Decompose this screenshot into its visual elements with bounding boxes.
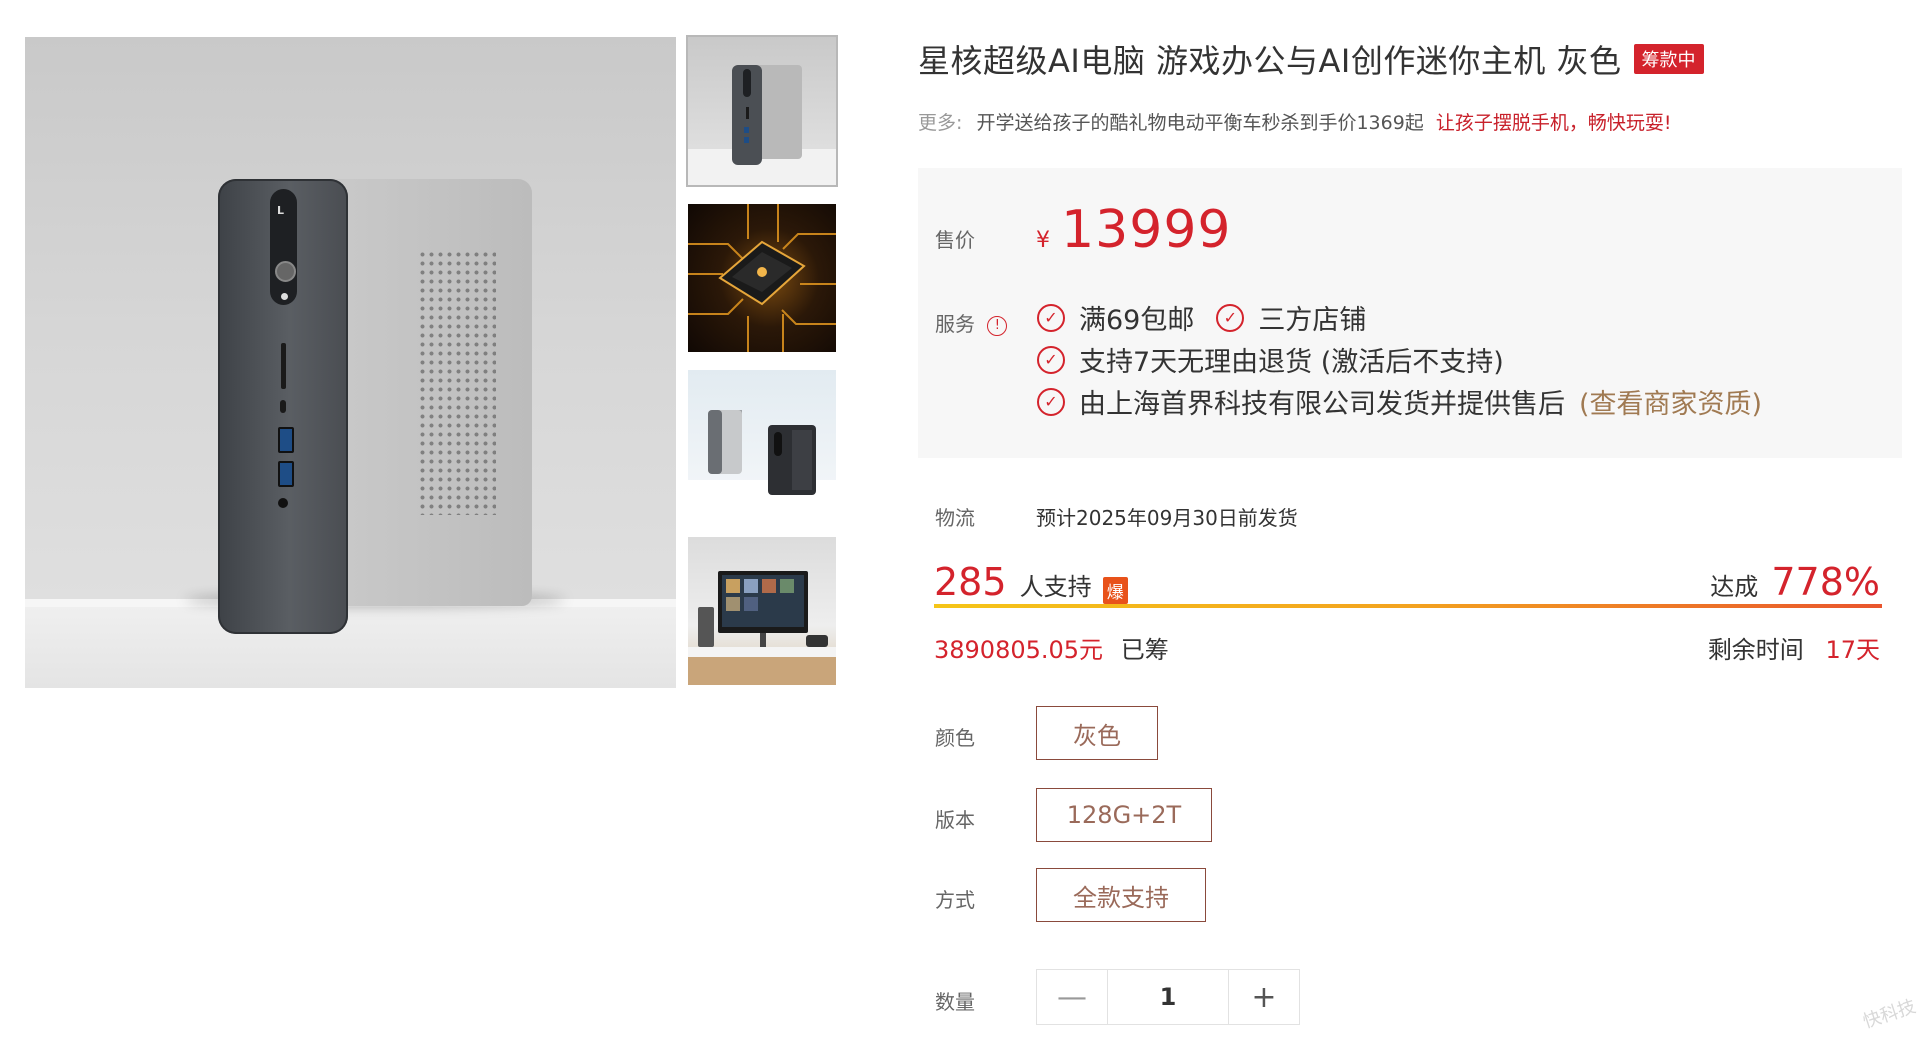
service-return-policy: 支持7天无理由退货 (激活后不支持): [1079, 347, 1504, 378]
thumbnail-4[interactable]: [688, 537, 836, 685]
pc-vent-grille: [418, 250, 496, 515]
shipping-estimate: 预计2025年09月30日前发货: [1036, 506, 1298, 530]
supporters-number: 285: [934, 560, 1007, 604]
reach-label: 达成: [1710, 573, 1759, 601]
check-circle-icon: ✓: [1037, 345, 1065, 374]
usb-c-port-icon: [280, 400, 286, 413]
price-amount: 13999: [1061, 200, 1232, 260]
thumbnail-3[interactable]: [688, 370, 836, 518]
watermark-logo-icon: 快科技: [1860, 996, 1919, 1033]
info-icon[interactable]: !: [987, 315, 1008, 336]
supporters-unit: 人支持: [1019, 573, 1092, 601]
promo-text[interactable]: 开学送给孩子的酷礼物电动平衡车秒杀到手价1369起: [976, 112, 1423, 134]
quantity-stepper: — +: [1036, 969, 1300, 1025]
two-units-thumbnail-image: [688, 410, 836, 518]
main-product-image[interactable]: L: [25, 37, 676, 688]
reach-percent: 778%: [1771, 560, 1880, 604]
brand-logo-icon: L: [277, 204, 285, 217]
service-row-2: ✓ 支持7天无理由退货 (激活后不支持): [1037, 340, 1504, 379]
check-circle-icon: ✓: [1037, 387, 1065, 416]
promo-label: 更多:: [918, 112, 963, 134]
service-row-1: ✓ 满69包邮 ✓ 三方店铺: [1037, 298, 1366, 337]
thumbnail-1[interactable]: [686, 35, 838, 187]
product-title: 星核超级AI电脑 游戏办公与AI创作迷你主机 灰色: [918, 42, 1622, 80]
service-label: 服务: [935, 312, 975, 336]
status-led-icon: [281, 293, 288, 300]
crowdfunding-status-badge: 筹款中: [1633, 44, 1704, 74]
method-label: 方式: [935, 888, 975, 912]
supporters-count: 285 人支持 爆: [934, 560, 1128, 604]
payment-method-option[interactable]: 全款支持: [1036, 868, 1206, 922]
check-circle-icon: ✓: [1216, 303, 1245, 332]
product-title-row: 星核超级AI电脑 游戏办公与AI创作迷你主机 灰色 筹款中: [918, 37, 1704, 81]
remaining-days: 17天: [1825, 636, 1880, 664]
raised-amount: 3890805.05元: [934, 636, 1104, 664]
currency-symbol: ¥: [1036, 228, 1050, 253]
logistics-label: 物流: [935, 506, 975, 530]
desk-setup-thumbnail-image: [688, 571, 836, 685]
decrease-quantity-button[interactable]: —: [1037, 970, 1107, 1024]
service-third-party-store: 三方店铺: [1258, 305, 1367, 336]
color-label: 颜色: [935, 726, 975, 750]
processor-chip-thumbnail-image: [688, 204, 836, 352]
promo-link[interactable]: 让孩子摆脱手机，畅快玩耍!: [1436, 112, 1672, 134]
usb-port-icon: [278, 427, 294, 453]
service-label-row: 服务 !: [935, 308, 1008, 337]
quantity-input[interactable]: [1107, 970, 1229, 1024]
version-option[interactable]: 128G+2T: [1036, 788, 1212, 842]
hot-badge: 爆: [1102, 577, 1128, 604]
service-free-shipping: 满69包邮: [1079, 305, 1195, 336]
color-option-gray[interactable]: 灰色: [1036, 706, 1158, 760]
remaining-time: 剩余时间 17天: [1708, 630, 1880, 665]
thumbnail-2[interactable]: [688, 204, 836, 352]
achievement: 达成 778%: [1702, 560, 1880, 604]
card-slot-icon: [281, 343, 286, 389]
promo-line: 更多: 开学送给孩子的酷礼物电动平衡车秒杀到手价1369起 让孩子摆脱手机，畅快…: [918, 108, 1671, 135]
remaining-label: 剩余时间: [1707, 636, 1804, 664]
quantity-label: 数量: [935, 990, 975, 1014]
funding-progress-fill: [934, 604, 1882, 608]
power-button-icon: [275, 261, 296, 282]
mini-pc-thumbnail-image: [688, 65, 836, 185]
usb-port-icon: [278, 461, 294, 487]
service-row-3: ✓ 由上海首界科技有限公司发货并提供售后 (查看商家资质): [1037, 382, 1762, 421]
audio-jack-icon: [278, 498, 288, 508]
raised-amount-row: 3890805.05元 已筹: [934, 630, 1169, 665]
price-value: ¥ 13999: [1036, 200, 1232, 260]
service-merchant: 由上海首界科技有限公司发货并提供售后: [1079, 389, 1565, 420]
shelf-front: [25, 607, 676, 688]
raised-suffix: 已筹: [1120, 636, 1169, 664]
version-label: 版本: [935, 808, 975, 832]
price-label: 售价: [935, 228, 975, 252]
check-circle-icon: ✓: [1037, 303, 1065, 332]
merchant-credentials-link[interactable]: (查看商家资质): [1579, 382, 1762, 421]
funding-progress-bar: [934, 604, 1882, 608]
increase-quantity-button[interactable]: +: [1229, 970, 1299, 1024]
